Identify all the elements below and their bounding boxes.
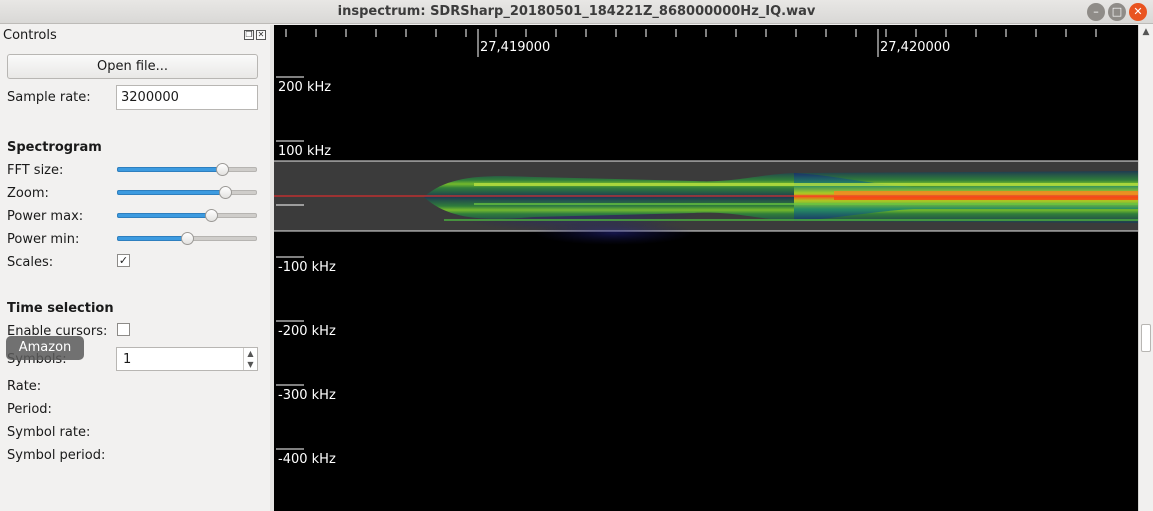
scales-checkbox[interactable]: ✓ — [117, 254, 130, 267]
spectrogram-canvas[interactable]: 27,419000 27,420000 200 kHz 100 kHz -100 kH… — [274, 25, 1138, 511]
symbols-value: 1 — [123, 352, 132, 367]
open-file-button[interactable]: Open file... — [7, 54, 258, 79]
dock-title: Controls — [3, 28, 57, 43]
freq-label: 100 kHz — [278, 144, 331, 159]
window-controls: – □ ✕ — [1087, 3, 1147, 21]
symbol-rate-label: Symbol rate: — [7, 425, 91, 440]
dock-close-icon[interactable]: ✕ — [256, 30, 266, 40]
sample-rate-label: Sample rate: — [7, 90, 91, 105]
scroll-up-icon[interactable]: ▲ — [1139, 27, 1153, 39]
sample-rate-input[interactable] — [116, 85, 258, 110]
vertical-scrollbar[interactable]: ▲ — [1138, 25, 1153, 511]
maximize-button[interactable]: □ — [1108, 3, 1126, 21]
zoom-slider[interactable] — [117, 186, 257, 199]
freq-label: 200 kHz — [278, 80, 331, 95]
slider-handle[interactable] — [204, 209, 218, 222]
dock-float-icon[interactable]: ❐ — [244, 30, 254, 40]
enable-cursors-checkbox[interactable] — [117, 323, 130, 336]
spin-down-icon[interactable]: ▼ — [244, 359, 257, 370]
time-axis: 27,419000 27,420000 — [285, 29, 1097, 57]
scales-label: Scales: — [7, 255, 54, 270]
freq-label: -300 kHz — [278, 388, 336, 403]
power-min-label: Power min: — [7, 232, 80, 247]
signal-trace — [424, 171, 1138, 245]
controls-dock: Controls ❐ ✕ Open file... Sample rate: S… — [0, 25, 270, 511]
slider-handle[interactable] — [181, 232, 194, 245]
tooltip: Amazon — [6, 336, 84, 360]
time-selection-heading: Time selection — [7, 301, 114, 316]
slider-handle[interactable] — [216, 163, 229, 176]
close-button[interactable]: ✕ — [1129, 3, 1147, 21]
period-label: Period: — [7, 402, 52, 417]
freq-label: -400 kHz — [278, 452, 336, 467]
frequency-axis: 200 kHz 100 kHz -100 kHz -200 kHz -300 kHz -4… — [276, 76, 336, 467]
power-min-slider[interactable] — [117, 232, 257, 245]
spectrogram-heading: Spectrogram — [7, 140, 102, 155]
rate-label: Rate: — [7, 379, 42, 394]
fft-size-slider[interactable] — [117, 163, 257, 176]
symbols-spinbox[interactable]: 1 ▲ ▼ — [116, 347, 258, 371]
fft-size-label: FFT size: — [7, 163, 64, 178]
time-label: 27,420000 — [880, 40, 950, 55]
power-max-label: Power max: — [7, 209, 84, 224]
spectrogram-plot[interactable]: 27,419000 27,420000 200 kHz 100 kHz -100 kH… — [274, 25, 1138, 511]
power-max-slider[interactable] — [117, 209, 257, 222]
minimize-button[interactable]: – — [1087, 3, 1105, 21]
spin-up-icon[interactable]: ▲ — [244, 348, 257, 359]
scrollbar-thumb[interactable] — [1141, 324, 1151, 352]
window-title: inspectrum: SDRSharp_20180501_184221Z_86… — [337, 4, 816, 19]
slider-handle[interactable] — [218, 186, 232, 199]
zoom-label: Zoom: — [7, 186, 49, 201]
freq-label: -200 kHz — [278, 324, 336, 339]
dock-buttons: ❐ ✕ — [244, 30, 266, 40]
freq-label: -100 kHz — [278, 260, 336, 275]
time-label: 27,419000 — [480, 40, 550, 55]
symbol-period-label: Symbol period: — [7, 448, 106, 463]
window-titlebar: inspectrum: SDRSharp_20180501_184221Z_86… — [0, 0, 1153, 24]
